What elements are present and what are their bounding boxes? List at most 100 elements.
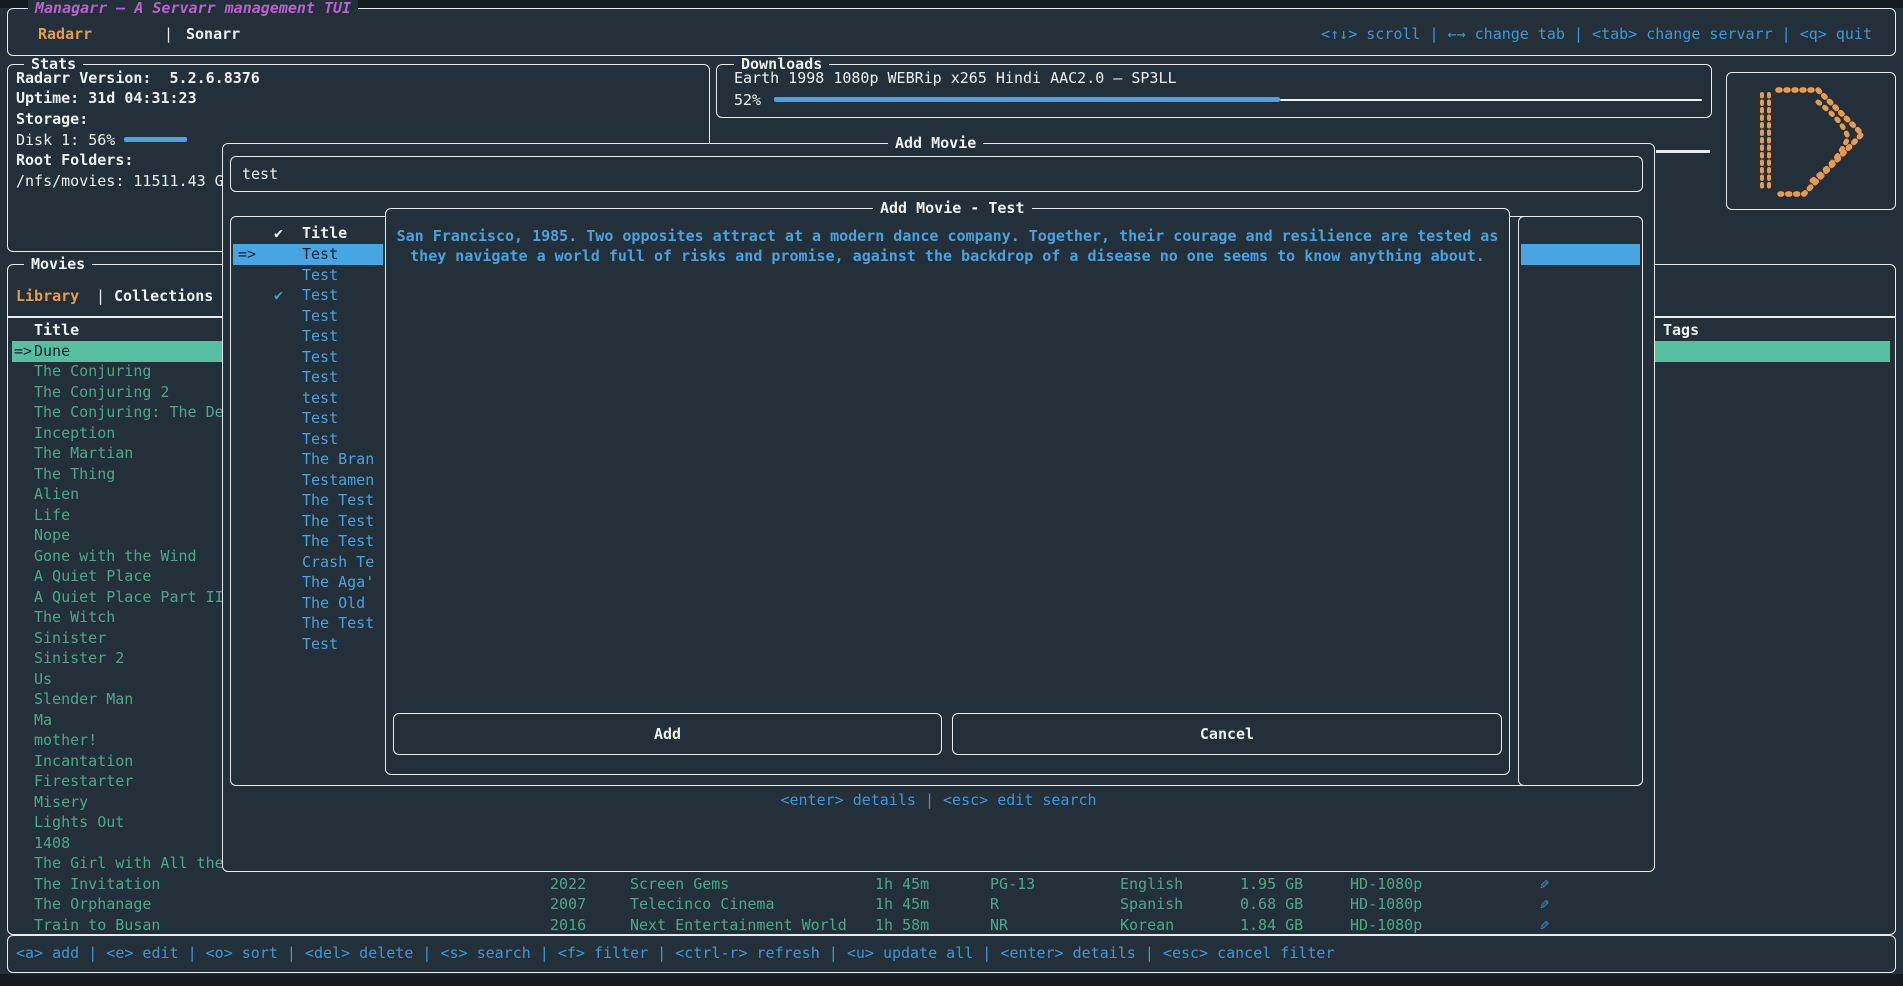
search-input[interactable] (230, 156, 1643, 192)
library-row-studio: Next Entertainment World (630, 915, 847, 936)
library-row-language: English (1120, 874, 1183, 895)
library-row-language: Spanish (1120, 894, 1183, 915)
stats-storage-label: Storage: (16, 109, 88, 130)
library-row-year: 2007 (550, 894, 586, 915)
managarr-tui: { "app": { "title": "Managarr – A Servar… (0, 0, 1903, 986)
library-row-quality: HD-1080p (1350, 874, 1422, 895)
library-row-title[interactable]: The Conjuring 2 (34, 382, 169, 403)
library-row-title[interactable]: Nope (34, 525, 70, 546)
edit-pencil-icon[interactable]: ✎ (1540, 894, 1549, 915)
library-row-title[interactable]: A Quiet Place Part II (34, 587, 224, 608)
edit-pencil-icon[interactable]: ✎ (1540, 874, 1549, 895)
app-title: Managarr – A Servarr management TUI (28, 0, 358, 17)
tab-sonarr[interactable]: Sonarr (186, 24, 240, 45)
library-row-quality: HD-1080p (1350, 894, 1422, 915)
library-selected-arrow: => (14, 341, 32, 362)
library-row-title[interactable]: Incantation (34, 751, 133, 772)
library-row-title[interactable]: A Quiet Place (34, 566, 151, 587)
result-checked-icon: ✔ (274, 285, 283, 306)
library-row-size: 1.84 GB (1240, 915, 1303, 936)
tab-radarr[interactable]: Radarr (38, 24, 92, 45)
result-row-title[interactable]: test (302, 388, 338, 409)
library-row-title[interactable]: Misery (34, 792, 88, 813)
add-button[interactable]: Add (393, 713, 942, 755)
stats-rootfolders-label: Root Folders: (16, 150, 133, 171)
add-movie-modal (385, 208, 1510, 775)
cancel-button[interactable]: Cancel (952, 713, 1502, 755)
result-row-title[interactable]: Test (302, 347, 338, 368)
result-row-title[interactable]: Test (302, 285, 338, 306)
library-row-title[interactable]: Train to Busan (34, 915, 160, 936)
add-movie-popup-title: Add Movie (888, 135, 983, 152)
library-row-title[interactable]: Inception (34, 423, 115, 444)
popup-footer-hint: <enter> details | <esc> edit search (222, 790, 1655, 811)
popup-scroll-indicator[interactable] (1656, 150, 1710, 153)
result-row-title[interactable]: Test (302, 634, 338, 655)
library-row-title[interactable]: Life (34, 505, 70, 526)
results-right-strip (1518, 216, 1643, 786)
result-row-title[interactable]: Test (302, 244, 338, 265)
library-row-title[interactable]: The Invitation (34, 874, 160, 895)
library-row-title[interactable]: Firestarter (34, 771, 133, 792)
results-selected-arrow: => (238, 244, 256, 265)
result-row-title[interactable]: The Bran (302, 449, 374, 470)
library-header-tags: Tags (1663, 320, 1699, 341)
result-row-title[interactable]: Test (302, 408, 338, 429)
result-row-title[interactable]: The Test (302, 531, 374, 552)
result-row-title[interactable]: Testamen (302, 470, 374, 491)
library-row-title[interactable]: mother! (34, 730, 97, 751)
library-row-title[interactable]: 1408 (34, 833, 70, 854)
library-row-title[interactable]: Slender Man (34, 689, 133, 710)
result-row-title[interactable]: Test (302, 367, 338, 388)
library-row-title[interactable]: The Witch (34, 607, 115, 628)
library-row-title[interactable]: The Conjuring (34, 361, 151, 382)
library-row-runtime: 1h 45m (875, 874, 929, 895)
tab-library[interactable]: Library (16, 286, 79, 307)
edit-pencil-icon[interactable]: ✎ (1540, 915, 1549, 936)
results-selected-row-right-fragment (1521, 244, 1640, 265)
library-row-title[interactable]: Sinister 2 (34, 648, 124, 669)
results-header-title: Title (302, 223, 347, 244)
library-row-year: 2016 (550, 915, 586, 936)
tab-collections[interactable]: Collections (114, 286, 213, 307)
library-row-rating: NR (990, 915, 1008, 936)
result-row-title[interactable]: Test (302, 306, 338, 327)
result-row-title[interactable]: Crash Te (302, 552, 374, 573)
library-row-studio: Screen Gems (630, 874, 729, 895)
library-row-title[interactable]: The Thing (34, 464, 115, 485)
add-movie-modal-title: Add Movie - Test (873, 200, 1032, 217)
library-row-title[interactable]: The Girl with All the (34, 853, 224, 874)
library-row-title[interactable]: Sinister (34, 628, 106, 649)
library-row-quality: HD-1080p (1350, 915, 1422, 936)
library-row-title[interactable]: Alien (34, 484, 79, 505)
library-row-size: 1.95 GB (1240, 874, 1303, 895)
download-item-name: Earth 1998 1080p WEBRip x265 Hindi AAC2.… (734, 68, 1177, 89)
result-row-title[interactable]: Test (302, 326, 338, 347)
result-row-title[interactable]: The Aga' (302, 572, 374, 593)
library-row-title[interactable]: Lights Out (34, 812, 124, 833)
result-row-title[interactable]: The Test (302, 490, 374, 511)
result-row-title[interactable]: The Old (302, 593, 365, 614)
library-row-rating: PG-13 (990, 874, 1035, 895)
download-percent-label: 52% (734, 90, 761, 111)
library-row-title[interactable]: Gone with the Wind (34, 546, 197, 567)
library-row-title[interactable]: Dune (34, 341, 70, 362)
managarr-logo-icon (1744, 80, 1879, 202)
result-row-title[interactable]: The Test (302, 511, 374, 532)
top-keybindings: <↑↓> scroll | ←→ change tab | <tab> chan… (1321, 24, 1872, 45)
stats-uptime: Uptime: 31d 04:31:23 (16, 88, 197, 109)
library-row-title[interactable]: The Martian (34, 443, 133, 464)
movies-title: Movies (24, 256, 92, 273)
stats-version: Radarr Version: 5.2.6.8376 (16, 68, 260, 89)
result-row-title[interactable]: Test (302, 265, 338, 286)
result-row-title[interactable]: The Test (302, 613, 374, 634)
result-row-title[interactable]: Test (302, 429, 338, 450)
movie-overview-line1: San Francisco, 1985. Two opposites attra… (390, 226, 1505, 247)
stats-disk-line: Disk 1: 56% (16, 130, 115, 151)
library-row-title[interactable]: The Conjuring: The De (34, 402, 224, 423)
disk-usage-bar (124, 137, 187, 142)
library-row-title[interactable]: Ma (34, 710, 52, 731)
library-row-title[interactable]: The Orphanage (34, 894, 151, 915)
library-row-language: Korean (1120, 915, 1174, 936)
library-row-title[interactable]: Us (34, 669, 52, 690)
